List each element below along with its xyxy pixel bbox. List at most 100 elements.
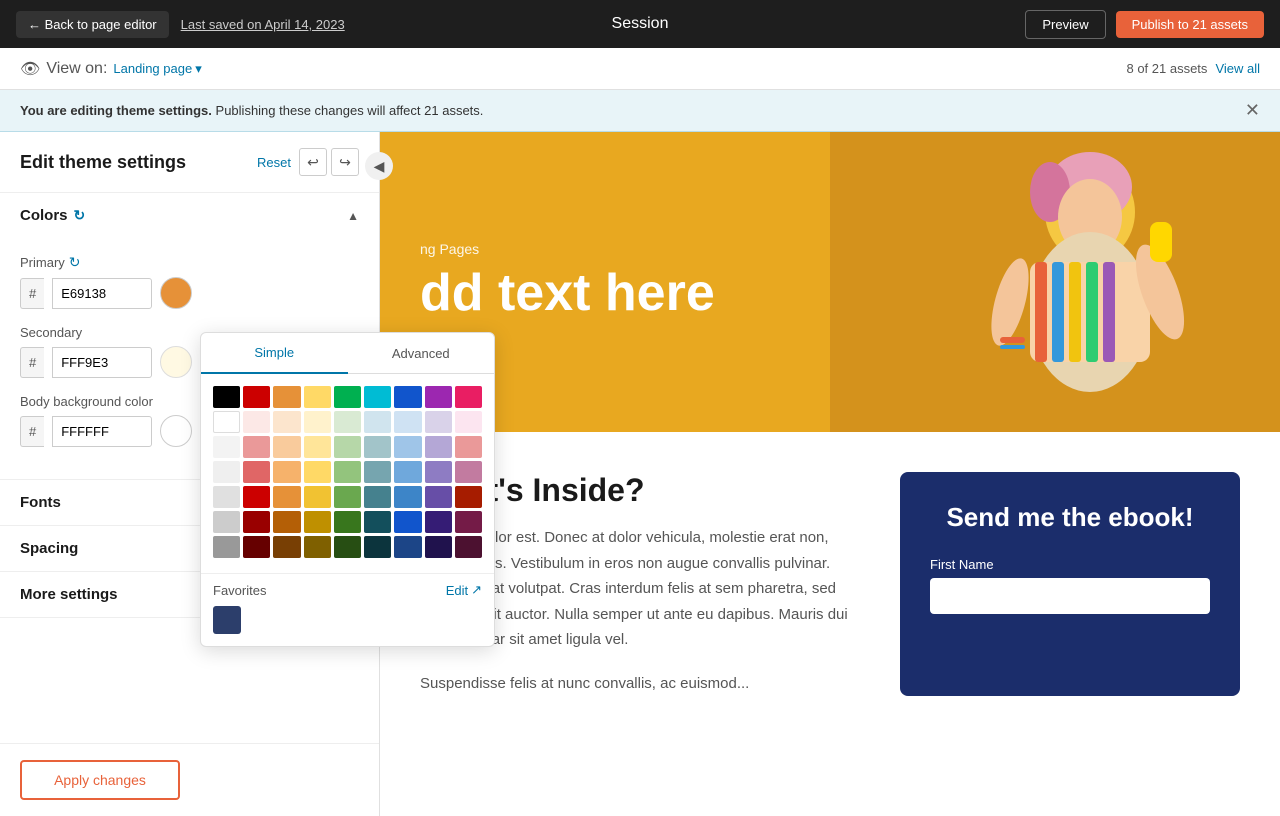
body-bg-hash: # [20, 416, 44, 447]
color-cell[interactable] [334, 461, 361, 483]
color-cell[interactable] [334, 386, 361, 408]
color-cell[interactable] [455, 411, 482, 433]
notification-text: You are editing theme settings. Publishi… [20, 103, 483, 118]
picker-tabs: Simple Advanced [201, 333, 494, 374]
color-cell[interactable] [455, 486, 482, 508]
color-cell[interactable] [304, 536, 331, 558]
color-cell[interactable] [273, 536, 300, 558]
body-bg-color-swatch[interactable] [160, 415, 192, 447]
color-cell[interactable] [243, 461, 270, 483]
color-cell[interactable] [304, 511, 331, 533]
color-cell[interactable] [394, 436, 421, 458]
color-cell[interactable] [213, 386, 240, 408]
color-cell[interactable] [425, 461, 452, 483]
view-all-link[interactable]: View all [1215, 61, 1260, 76]
color-cell[interactable] [334, 411, 361, 433]
primary-color-input[interactable] [52, 278, 152, 309]
color-cell[interactable] [394, 511, 421, 533]
favorites-header: Favorites Edit ↗ [213, 582, 482, 598]
back-to-editor-button[interactable]: ← Back to page editor [16, 11, 169, 38]
color-cell[interactable] [394, 411, 421, 433]
color-cell[interactable] [425, 411, 452, 433]
main-layout: Edit theme settings Reset ↩ ↪ ◀ Colors ↻… [0, 132, 1280, 816]
color-cell[interactable] [364, 436, 391, 458]
color-cell[interactable] [213, 411, 240, 433]
color-cell[interactable] [304, 486, 331, 508]
secondary-color-input[interactable] [52, 347, 152, 378]
first-name-input[interactable] [930, 578, 1210, 614]
color-cell[interactable] [394, 386, 421, 408]
color-cell[interactable] [213, 511, 240, 533]
color-cell[interactable] [394, 461, 421, 483]
color-cell[interactable] [334, 536, 361, 558]
edit-favorites-link[interactable]: Edit ↗ [446, 582, 482, 598]
color-cell[interactable] [213, 461, 240, 483]
color-cell[interactable] [304, 411, 331, 433]
redo-button[interactable]: ↪ [331, 148, 359, 176]
color-cell[interactable] [334, 436, 361, 458]
color-cell[interactable] [364, 411, 391, 433]
color-cell[interactable] [455, 511, 482, 533]
notification-close-button[interactable]: ✕ [1245, 100, 1260, 121]
color-cell[interactable] [273, 386, 300, 408]
notification-main: You are editing theme settings. [20, 103, 212, 118]
last-saved-link[interactable]: Last saved on April 14, 2023 [181, 17, 345, 32]
undo-button[interactable]: ↩ [299, 148, 327, 176]
color-cell[interactable] [455, 461, 482, 483]
apply-changes-area: Apply changes [0, 743, 379, 816]
color-cell[interactable] [394, 536, 421, 558]
publish-button[interactable]: Publish to 21 assets [1116, 11, 1264, 38]
preview-button[interactable]: Preview [1025, 10, 1105, 39]
first-name-label: First Name [930, 557, 1210, 572]
color-cell[interactable] [455, 536, 482, 558]
color-cell[interactable] [304, 461, 331, 483]
color-cell[interactable] [304, 436, 331, 458]
color-cell[interactable] [213, 436, 240, 458]
color-cell[interactable] [273, 436, 300, 458]
colors-refresh-icon[interactable]: ↻ [74, 207, 86, 224]
primary-color-swatch[interactable] [160, 277, 192, 309]
color-cell[interactable] [273, 461, 300, 483]
landing-page-button[interactable]: Landing page ▾ [113, 61, 201, 77]
color-cell[interactable] [425, 511, 452, 533]
color-cell[interactable] [425, 536, 452, 558]
color-cell[interactable] [273, 511, 300, 533]
color-cell[interactable] [243, 511, 270, 533]
apply-changes-button[interactable]: Apply changes [20, 760, 180, 800]
color-cell[interactable] [425, 386, 452, 408]
color-cell[interactable] [243, 536, 270, 558]
reset-button[interactable]: Reset [257, 155, 291, 170]
color-cell[interactable] [213, 536, 240, 558]
color-row-5 [213, 486, 482, 508]
favorite-color-swatch[interactable] [213, 606, 241, 634]
color-cell[interactable] [243, 436, 270, 458]
color-cell[interactable] [455, 386, 482, 408]
color-cell[interactable] [243, 411, 270, 433]
color-cell[interactable] [364, 511, 391, 533]
primary-refresh-icon[interactable]: ↻ [69, 254, 81, 271]
color-cell[interactable] [364, 386, 391, 408]
color-cell[interactable] [243, 386, 270, 408]
color-cell[interactable] [425, 486, 452, 508]
body-bg-color-input[interactable] [52, 416, 152, 447]
color-cell[interactable] [304, 386, 331, 408]
color-cell[interactable] [213, 486, 240, 508]
color-cell[interactable] [364, 461, 391, 483]
color-cell[interactable] [364, 486, 391, 508]
color-cell[interactable] [364, 536, 391, 558]
color-cell[interactable] [455, 436, 482, 458]
collapse-panel-button[interactable]: ◀ [365, 152, 393, 180]
color-cell[interactable] [425, 436, 452, 458]
picker-tab-simple[interactable]: Simple [201, 333, 348, 374]
color-cell[interactable] [334, 511, 361, 533]
color-cell[interactable] [243, 486, 270, 508]
color-cell[interactable] [273, 486, 300, 508]
colors-section-header[interactable]: Colors ↻ ▲ [0, 193, 379, 238]
view-bar: 👁 View on: Landing page ▾ 8 of 21 assets… [0, 48, 1280, 90]
secondary-color-swatch[interactable] [160, 346, 192, 378]
page-title: Session [612, 15, 669, 33]
color-cell[interactable] [273, 411, 300, 433]
color-cell[interactable] [334, 486, 361, 508]
picker-tab-advanced[interactable]: Advanced [348, 333, 495, 373]
color-cell[interactable] [394, 486, 421, 508]
